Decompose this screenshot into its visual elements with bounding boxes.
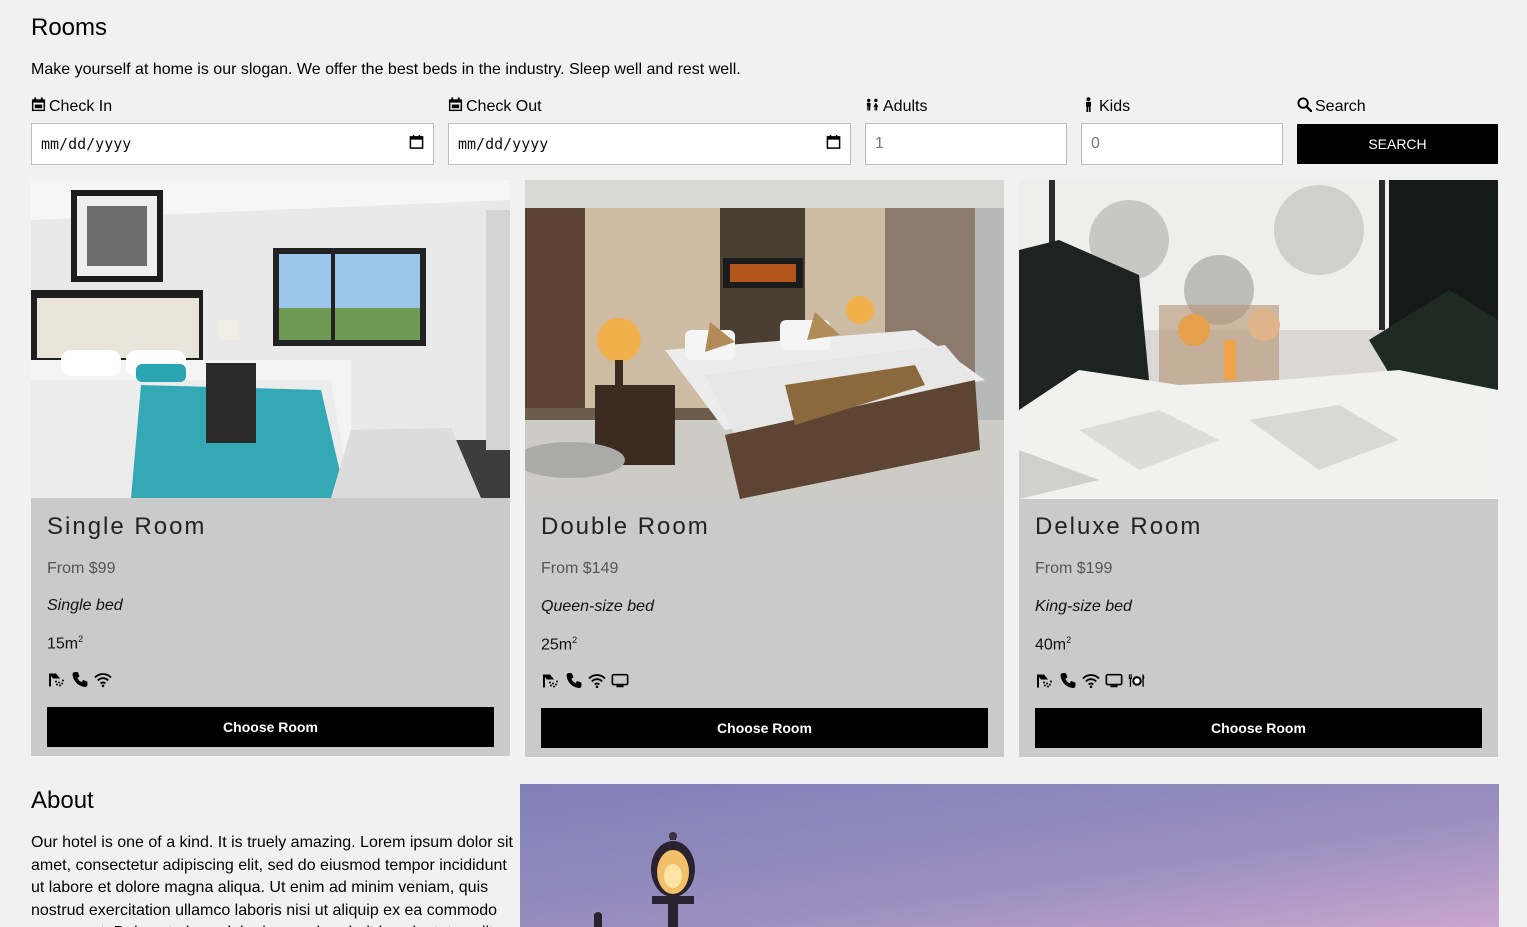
calendar-picker-icon[interactable] [826, 134, 841, 154]
tv-icon [1104, 671, 1124, 689]
room-amenities [47, 670, 113, 688]
room-price: From $199 [1035, 560, 1113, 577]
slogan: Make yourself at home is our slogan. We … [31, 61, 741, 78]
restaurant-icon [1127, 671, 1147, 689]
search-field: Search SEARCH [1297, 97, 1498, 164]
check-out-field: Check Out mm/dd/yyyy [448, 97, 851, 165]
calendar-picker-icon[interactable] [409, 134, 424, 154]
room-card-single: Single Room From $99 Single bed 15m2 Cho… [31, 180, 510, 756]
calendar-icon [31, 97, 46, 117]
room-size: 40m2 [1035, 635, 1072, 654]
adults-input[interactable]: 1 [865, 123, 1067, 165]
room-photo-double [525, 180, 1004, 499]
choose-room-button[interactable]: Choose Room [47, 707, 494, 747]
wifi-icon [1081, 671, 1101, 689]
tv-icon [610, 671, 630, 689]
room-amenities [541, 671, 630, 689]
room-card-double: Double Room From $149 Queen-size bed 25m… [525, 180, 1004, 757]
room-price: From $149 [541, 560, 619, 577]
wifi-icon [93, 670, 113, 688]
about-text: Our hotel is one of a kind. It is truely… [31, 834, 513, 927]
choose-room-button[interactable]: Choose Room [541, 708, 988, 748]
room-card-deluxe: Deluxe Room From $199 King-size bed 40m2… [1019, 180, 1498, 757]
room-bed-type: King-size bed [1035, 598, 1132, 615]
search-button[interactable]: SEARCH [1297, 124, 1498, 164]
phone-icon [564, 671, 584, 689]
room-photo-single [31, 180, 510, 498]
search-icon [1297, 97, 1313, 117]
about-photo [520, 784, 1499, 927]
shower-icon [1035, 671, 1055, 689]
check-out-input[interactable]: mm/dd/yyyy [448, 123, 851, 165]
phone-icon [1058, 671, 1078, 689]
adults-field: Adults 1 [865, 97, 1067, 165]
check-out-label: Check Out [448, 97, 851, 117]
adults-label: Adults [865, 97, 1067, 117]
check-in-label: Check In [31, 97, 434, 117]
check-in-field: Check In mm/dd/yyyy [31, 97, 434, 165]
room-title: Single Room [47, 513, 207, 540]
search-label: Search [1297, 97, 1498, 117]
people-icon [865, 97, 880, 117]
check-in-input[interactable]: mm/dd/yyyy [31, 123, 434, 165]
kids-label: Kids [1081, 97, 1283, 117]
room-amenities [1035, 671, 1147, 689]
room-bed-type: Queen-size bed [541, 598, 654, 615]
about-title: About [31, 787, 94, 814]
kids-input[interactable]: 0 [1081, 123, 1283, 165]
booking-search-form: Check In mm/dd/yyyy Check Out mm/dd/yyyy… [31, 97, 1498, 165]
room-photo-deluxe [1019, 180, 1498, 499]
phone-icon [70, 670, 90, 688]
wifi-icon [587, 671, 607, 689]
choose-room-button[interactable]: Choose Room [1035, 708, 1482, 748]
calendar-icon [448, 97, 463, 117]
room-size: 25m2 [541, 635, 578, 654]
room-title: Deluxe Room [1035, 513, 1203, 540]
child-icon [1081, 97, 1096, 117]
shower-icon [541, 671, 561, 689]
room-bed-type: Single bed [47, 597, 123, 614]
room-size: 15m2 [47, 634, 84, 653]
page-title: Rooms [31, 14, 108, 41]
room-title: Double Room [541, 513, 710, 540]
room-price: From $99 [47, 560, 116, 577]
shower-icon [47, 670, 67, 688]
kids-field: Kids 0 [1081, 97, 1283, 165]
